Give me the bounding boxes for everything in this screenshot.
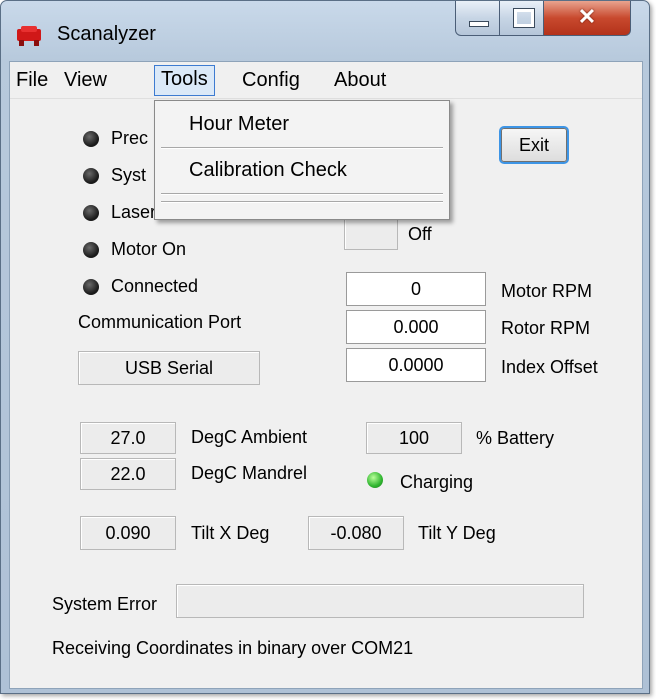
charging-label: Charging [400,472,474,492]
rotor-rpm-field[interactable]: 0.000 [346,310,486,344]
mandrel-temp-label: DegC Mandrel [191,463,308,483]
window-title: Scanalyzer [57,23,156,45]
menu-item-hour-meter[interactable]: Hour Meter [189,113,429,136]
menu-view[interactable]: View [58,67,113,94]
tilt-y-label: Tilt Y Deg [418,523,496,543]
prec-label: Prec [111,128,149,148]
toggle-switch[interactable] [344,218,398,250]
prec-led [83,131,99,147]
communication-port-label: Communication Port [78,312,242,332]
ambient-temp-label: DegC Ambient [191,427,308,447]
mandrel-temp-field: 22.0 [80,458,176,490]
menu-tools[interactable]: Tools [154,65,215,96]
motor-rpm-label: Motor RPM [501,281,593,301]
maximize-button[interactable] [499,1,545,36]
system-error-field [176,584,584,618]
motor-on-label: Motor On [111,239,187,259]
tilt-y-field: -0.080 [308,516,404,550]
rotor-rpm-label: Rotor RPM [501,318,591,338]
tilt-x-field: 0.090 [80,516,176,550]
maximize-icon [513,8,535,28]
connected-label: Connected [111,276,199,296]
index-offset-label: Index Offset [501,357,598,377]
motor-rpm-field[interactable]: 0 [346,272,486,306]
status-message: Receiving Coordinates in binary over COM… [52,638,414,658]
ambient-temp-field: 27.0 [80,422,176,454]
toggle-state-label: Off [408,224,432,244]
syst-label: Syst [111,165,147,185]
menu-file[interactable]: File [10,67,54,94]
menu-separator [161,201,443,203]
communication-port-value: USB Serial [78,351,260,385]
minimize-button[interactable] [455,1,501,36]
menu-config[interactable]: Config [236,67,306,94]
exit-button[interactable]: Exit [501,128,567,162]
tools-dropdown-menu: Hour Meter Calibration Check [154,100,450,220]
index-offset-field[interactable]: 0.0000 [346,348,486,382]
battery-label: % Battery [476,428,555,448]
charging-led [367,472,383,488]
menu-item-calibration-check[interactable]: Calibration Check [189,159,429,182]
title-bar[interactable]: Scanalyzer ✕ [1,1,649,57]
tilt-x-label: Tilt X Deg [191,523,270,543]
main-panel: File View Tools Config About Hour Meter … [9,61,643,689]
close-icon: ✕ [577,4,597,29]
menu-about[interactable]: About [328,67,392,94]
menu-separator [161,147,443,149]
battery-field: 100 [366,422,462,454]
menu-separator [161,193,443,195]
minimize-icon [469,21,489,27]
syst-led [83,168,99,184]
close-button[interactable]: ✕ [543,1,631,36]
system-error-label: System Error [52,594,158,614]
laser-on-led [83,205,99,221]
motor-on-led [83,242,99,258]
scanalyzer-window: Scanalyzer ✕ File View Tools Config Abou… [0,0,650,694]
app-icon [17,26,41,46]
connected-led [83,279,99,295]
menu-bar: File View Tools Config About [10,62,642,99]
